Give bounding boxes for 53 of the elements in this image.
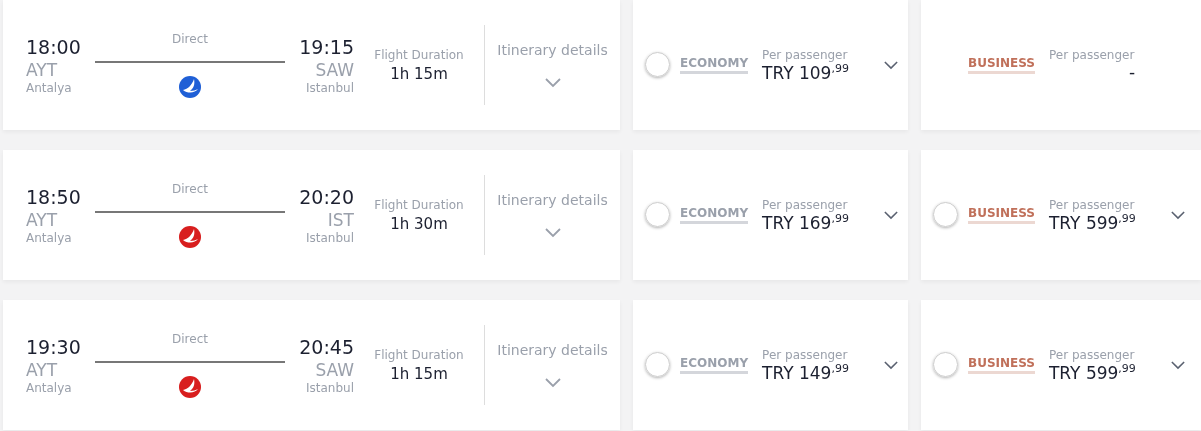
flight-duration: 1h 15m xyxy=(390,364,448,383)
fare-class: BUSINESS xyxy=(968,206,1035,224)
fare-class: ECONOMY xyxy=(680,206,749,224)
fare-class: ECONOMY xyxy=(680,356,749,374)
arrival-time: 19:15 xyxy=(299,35,354,59)
chevron-down-icon[interactable] xyxy=(544,228,561,238)
arrival-code: SAW xyxy=(315,359,354,381)
departure-time: 19:30 xyxy=(26,335,82,359)
chevron-down-icon[interactable] xyxy=(884,60,899,70)
arrival-time: 20:45 xyxy=(299,335,354,359)
arrival-code: IST xyxy=(327,209,354,231)
duration-label: Flight Duration xyxy=(374,347,464,362)
flight-duration: 1h 15m xyxy=(390,64,448,83)
fare-price: TRY 109$^{,99}$ xyxy=(762,61,850,83)
per-passenger-label: Per passenger xyxy=(1049,197,1136,212)
fare-price: TRY 599$^{,99}$ xyxy=(1049,211,1137,233)
duration-label: Flight Duration xyxy=(374,47,464,62)
departure-code: AYT xyxy=(26,209,59,231)
stops-label: Direct xyxy=(172,181,208,196)
fare-price: TRY 169$^{,99}$ xyxy=(762,211,850,233)
stops-label: Direct xyxy=(172,331,208,346)
arrival-code: SAW xyxy=(315,59,354,81)
departure-code: AYT xyxy=(26,359,59,381)
fare-class: ECONOMY xyxy=(680,56,749,74)
chevron-down-icon[interactable] xyxy=(1171,210,1185,220)
departure-time: 18:00 xyxy=(26,35,82,59)
chevron-down-icon[interactable] xyxy=(884,210,899,220)
departure-city: Antalya xyxy=(26,231,73,245)
departure-city: Antalya xyxy=(26,81,73,95)
per-passenger-label: Per passenger xyxy=(762,47,849,62)
chevron-down-icon[interactable] xyxy=(544,78,561,88)
arrival-city: Istanbul xyxy=(306,381,354,395)
chevron-down-icon[interactable] xyxy=(1171,360,1185,370)
per-passenger-label: Per passenger xyxy=(762,347,849,362)
fare-price: TRY 149$^{,99}$ xyxy=(762,361,850,383)
stops-label: Direct xyxy=(172,31,208,46)
fare-class: BUSINESS xyxy=(968,356,1035,374)
fare-class: BUSINESS xyxy=(968,56,1035,74)
fare-price: TRY 599$^{,99}$ xyxy=(1049,361,1137,383)
duration-label: Flight Duration xyxy=(374,197,464,212)
arrival-time: 20:20 xyxy=(299,185,354,209)
per-passenger-label: Per passenger xyxy=(1049,347,1136,362)
flight-duration: 1h 30m xyxy=(390,214,448,233)
chevron-down-icon[interactable] xyxy=(884,360,899,370)
per-passenger-label: Per passenger xyxy=(762,197,849,212)
departure-code: AYT xyxy=(26,59,59,81)
departure-time: 18:50 xyxy=(26,185,82,209)
arrival-city: Istanbul xyxy=(306,81,354,95)
departure-city: Antalya xyxy=(26,381,73,395)
arrival-city: Istanbul xyxy=(306,231,354,245)
chevron-down-icon[interactable] xyxy=(544,378,561,388)
fare-price: - xyxy=(1128,62,1137,82)
per-passenger-label: Per passenger xyxy=(1049,48,1136,62)
